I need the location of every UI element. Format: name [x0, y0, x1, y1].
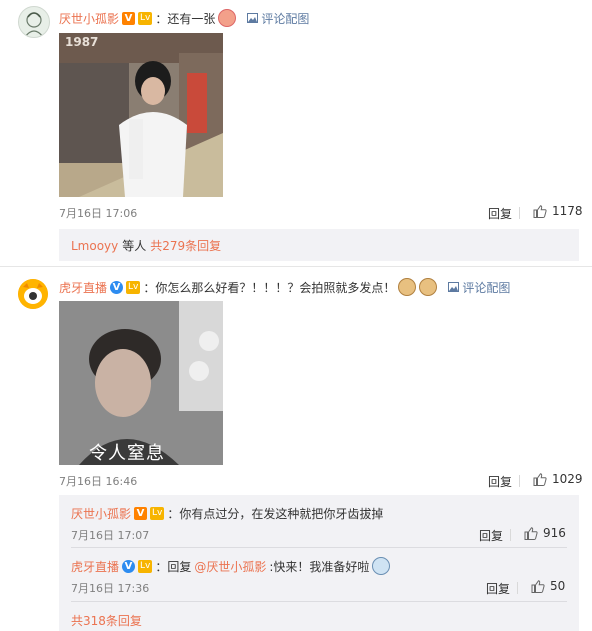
avatar[interactable]: [18, 6, 50, 38]
comment-divider: [0, 266, 592, 267]
emoji-icon: [398, 278, 417, 296]
like-button[interactable]: 1178: [533, 204, 583, 218]
picture-link-label: 评论配图: [462, 280, 511, 295]
like-count: 1029: [552, 472, 583, 486]
thumbs-up-icon: [524, 526, 538, 540]
emoji-icon: [372, 557, 391, 575]
comment-text: ：你怎么那么好看？！！！？会拍照就多发点！: [143, 280, 396, 295]
thumbs-up-icon: [533, 472, 547, 486]
divider: [517, 582, 518, 594]
reply-username[interactable]: 厌世小孤影: [71, 505, 131, 522]
reply-time: 7月16日 17:36: [71, 582, 150, 595]
reply-user-link[interactable]: Lmooyy: [71, 239, 118, 253]
comment-photo[interactable]: 令人窒息: [59, 301, 223, 465]
like-button[interactable]: 1029: [533, 472, 583, 486]
like-count: 1178: [552, 204, 583, 218]
verified-badge-icon: V: [122, 11, 136, 25]
divider: [510, 529, 511, 541]
comment-photo[interactable]: 1987: [59, 33, 223, 197]
emoji-icon: [419, 278, 438, 296]
comment-time: 7月16日 16:46: [59, 475, 138, 488]
reply-item: 厌世小孤影 V Lv ：你有点过分，在发这种就把你牙齿拔掉: [71, 505, 383, 522]
view-all-replies-link[interactable]: 共318条回复: [71, 612, 142, 629]
like-count: 916: [543, 526, 566, 540]
verified-badge-icon: V: [122, 559, 136, 573]
verified-badge-icon: V: [110, 280, 124, 294]
comment-text: ：还有一张: [155, 11, 216, 26]
thumbs-up-icon: [533, 204, 547, 218]
reply-username[interactable]: 虎牙直播: [71, 558, 119, 575]
reply-button[interactable]: 回复: [486, 580, 510, 597]
level-badge-icon: Lv: [126, 280, 141, 294]
level-badge-icon: Lv: [150, 507, 165, 520]
comment-time: 7月16日 17:06: [59, 207, 138, 220]
avatar[interactable]: [18, 279, 48, 309]
comment-picture-link[interactable]: 评论配图: [448, 279, 510, 296]
reply-divider: [71, 601, 567, 602]
reply-button[interactable]: 回复: [488, 205, 512, 222]
avatar-sketch-icon: [24, 12, 44, 37]
mention-link[interactable]: @厌世小孤影: [194, 558, 266, 575]
verified-badge-icon: V: [134, 507, 148, 520]
reply-divider: [71, 547, 567, 548]
divider: [519, 207, 520, 219]
view-replies-link[interactable]: 共279条回复: [150, 237, 221, 254]
reply-text: :快来！我准备好啦: [269, 559, 370, 574]
image-icon: [247, 13, 259, 23]
like-button[interactable]: 916: [524, 526, 566, 540]
like-count: 50: [550, 579, 566, 593]
photo-caption: 令人窒息: [89, 443, 165, 464]
photo-caption: 1987: [65, 35, 99, 49]
huya-logo-icon: [18, 279, 48, 309]
reply-prefix: ：回复: [155, 559, 192, 574]
photo-street-scene: [59, 33, 223, 197]
reply-button[interactable]: 回复: [479, 527, 503, 544]
divider: [519, 475, 520, 487]
picture-link-label: 评论配图: [261, 11, 310, 26]
level-badge-icon: Lv: [138, 11, 153, 25]
like-button[interactable]: 50: [531, 579, 565, 593]
comment-username[interactable]: 厌世小孤影: [59, 10, 119, 27]
reply-summary-text: 等人: [122, 239, 147, 253]
comment-username[interactable]: 虎牙直播: [59, 279, 107, 296]
reply-text: ：你有点过分，在发这种就把你牙齿拔掉: [167, 507, 384, 521]
thumbs-up-icon: [531, 579, 545, 593]
emoji-icon: [218, 9, 237, 27]
comment-picture-link[interactable]: 评论配图: [247, 10, 309, 27]
image-icon: [448, 282, 460, 292]
level-badge-icon: Lv: [138, 559, 153, 573]
reply-item: 虎牙直播 V Lv ：回复 @厌世小孤影:快来！我准备好啦: [71, 557, 391, 575]
reply-button[interactable]: 回复: [488, 473, 512, 490]
reply-time: 7月16日 17:07: [71, 529, 150, 542]
